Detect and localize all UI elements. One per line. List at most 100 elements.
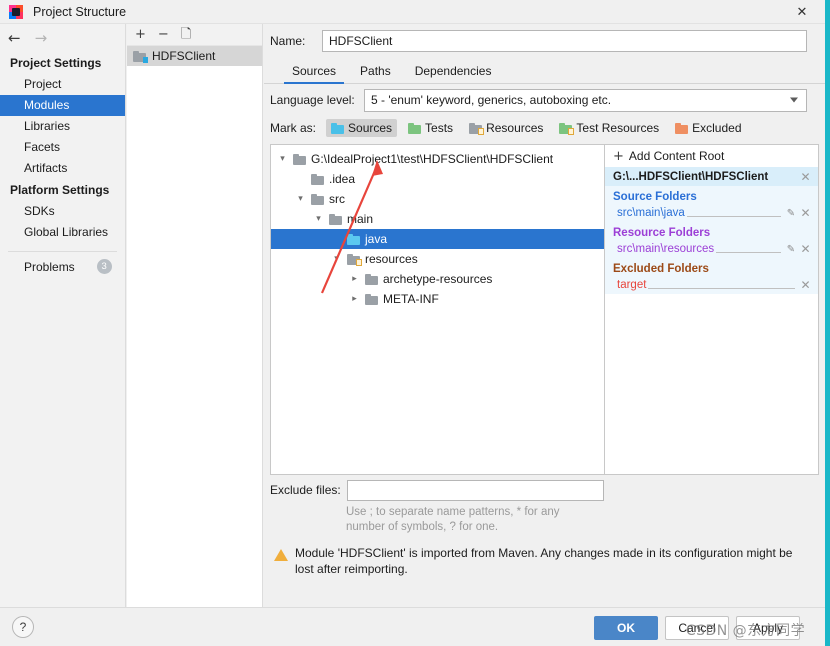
- back-arrow-icon[interactable]: ←: [8, 30, 21, 46]
- module-list-item-label: HDFSClient: [152, 49, 216, 63]
- tree-row[interactable]: ▸ archetype-resources: [271, 269, 604, 289]
- excluded-folders-title: Excluded Folders: [613, 263, 709, 275]
- apply-button[interactable]: Apply: [736, 616, 800, 640]
- folder-module-icon: [133, 50, 148, 63]
- add-module-icon[interactable]: +: [135, 28, 146, 41]
- content-root-path-row[interactable]: G:\...HDFSClient\HDFSClient ✕: [605, 167, 818, 186]
- plus-icon: +: [613, 148, 624, 164]
- mark-as-test-resources-label: Test Resources: [576, 121, 660, 135]
- resource-folder-path: src\main\resources: [617, 243, 715, 255]
- sidebar-item-libraries[interactable]: Libraries: [0, 116, 125, 137]
- sidebar-item-sdks[interactable]: SDKs: [0, 201, 125, 222]
- sidebar-item-artifacts[interactable]: Artifacts: [0, 158, 125, 179]
- mark-as-row: Mark as: Sources Tests Resources Test Re…: [264, 116, 825, 140]
- add-content-root-button[interactable]: + Add Content Root: [605, 145, 818, 167]
- chevron-down-icon: [790, 97, 798, 103]
- folder-gray-icon: [293, 153, 306, 165]
- row-underline: [716, 243, 781, 253]
- mark-as-sources-button[interactable]: Sources: [326, 119, 398, 137]
- exclude-files-input[interactable]: [346, 479, 604, 501]
- resource-folders-title: Resource Folders: [613, 227, 711, 239]
- tree-row[interactable]: ▾ G:\IdealProject1\test\HDFSClient\HDFSC…: [271, 149, 604, 169]
- sidebar-item-problems[interactable]: Problems 3: [0, 256, 125, 277]
- pencil-icon[interactable]: ✎: [785, 244, 797, 255]
- help-button[interactable]: ?: [12, 616, 34, 638]
- exclude-files-section: Exclude files: Use ; to separate name pa…: [270, 475, 604, 535]
- content-root-path: G:\...HDFSClient\HDFSClient: [613, 170, 769, 183]
- mark-as-resources-label: Resources: [486, 121, 544, 135]
- sidebar-group-platform-settings: Platform Settings: [10, 183, 110, 197]
- modules-toolbar: + − 🗋: [127, 24, 262, 46]
- tree-row[interactable]: ▾ resources: [271, 249, 604, 269]
- mark-as-excluded-button[interactable]: Excluded: [670, 119, 746, 137]
- forward-arrow-icon[interactable]: →: [35, 30, 48, 46]
- close-icon[interactable]: ✕: [779, 0, 825, 24]
- remove-resource-folder-icon[interactable]: ✕: [799, 242, 812, 256]
- sidebar-divider: [8, 251, 117, 252]
- content-roots-detail: + Add Content Root G:\...HDFSClient\HDFS…: [604, 144, 819, 475]
- tab-paths[interactable]: Paths: [348, 64, 403, 83]
- add-content-root-label: Add Content Root: [628, 149, 725, 163]
- folder-resources-icon: [347, 253, 362, 266]
- remove-source-folder-icon[interactable]: ✕: [799, 206, 812, 220]
- module-tabs: Sources Paths Dependencies: [264, 58, 825, 84]
- folder-gray-icon: [365, 273, 378, 285]
- chevron-down-icon[interactable]: ▾: [313, 214, 324, 224]
- ok-button[interactable]: OK: [594, 616, 658, 640]
- remove-module-icon[interactable]: −: [158, 28, 169, 41]
- chevron-down-icon[interactable]: ▾: [277, 154, 288, 164]
- chevron-right-icon[interactable]: ▸: [349, 294, 360, 304]
- sidebar-item-modules[interactable]: Modules: [0, 95, 125, 116]
- tab-dependencies[interactable]: Dependencies: [403, 64, 504, 83]
- content-root-tree[interactable]: ▾ G:\IdealProject1\test\HDFSClient\HDFSC…: [270, 144, 604, 475]
- mark-as-resources-button[interactable]: Resources: [464, 119, 548, 137]
- folder-resources-icon: [469, 122, 485, 135]
- tree-label: G:\IdealProject1\test\HDFSClient\HDFSCli…: [311, 152, 554, 166]
- chevron-down-icon[interactable]: ▾: [331, 254, 342, 264]
- mark-as-sources-label: Sources: [348, 121, 393, 135]
- module-name-input[interactable]: HDFSClient: [322, 30, 807, 52]
- mark-as-tests-button[interactable]: Tests: [403, 119, 458, 137]
- maven-warning: Module 'HDFSClient' is imported from Mav…: [264, 535, 825, 577]
- mark-as-label: Mark as:: [270, 121, 317, 135]
- navigation-arrows: ← →: [0, 24, 125, 52]
- tree-row-selected[interactable]: java: [271, 229, 604, 249]
- remove-excluded-folder-icon[interactable]: ✕: [799, 278, 812, 292]
- folder-gray-icon: [365, 293, 378, 305]
- exclude-files-hint-line2: number of symbols, ? for one.: [346, 521, 499, 533]
- resource-folder-row[interactable]: src\main\resources ✎ ✕: [605, 240, 818, 258]
- module-list-item[interactable]: HDFSClient: [127, 46, 262, 66]
- tree-row[interactable]: .idea: [271, 169, 604, 189]
- copy-module-icon[interactable]: 🗋: [181, 28, 191, 41]
- chevron-right-icon[interactable]: ▸: [349, 274, 360, 284]
- tree-row[interactable]: ▾ src: [271, 189, 604, 209]
- language-level-row: Language level: 5 - 'enum' keyword, gene…: [264, 84, 825, 116]
- language-level-label: Language level:: [270, 93, 355, 107]
- language-level-select[interactable]: 5 - 'enum' keyword, generics, autoboxing…: [364, 88, 807, 112]
- sidebar-item-facets[interactable]: Facets: [0, 137, 125, 158]
- intellij-idea-logo-icon: [9, 4, 23, 19]
- sidebar-item-global-libraries[interactable]: Global Libraries: [0, 222, 125, 243]
- mark-as-tests-label: Tests: [425, 121, 454, 135]
- folder-gray-icon: [329, 213, 342, 225]
- source-folder-row[interactable]: src\main\java ✎ ✕: [605, 204, 818, 222]
- module-name-row: Name: HDFSClient: [264, 24, 825, 58]
- folder-orange-icon: [675, 122, 689, 134]
- mark-as-test-resources-button[interactable]: Test Resources: [554, 119, 664, 137]
- tree-row[interactable]: ▸ META-INF: [271, 289, 604, 309]
- sidebar-item-project[interactable]: Project: [0, 74, 125, 95]
- exclude-files-label: Exclude files:: [270, 483, 341, 497]
- tree-row[interactable]: ▾ main: [271, 209, 604, 229]
- warning-line2: after reimporting.: [317, 562, 408, 576]
- folder-green-icon: [408, 122, 422, 134]
- chevron-down-icon[interactable]: ▾: [295, 194, 306, 204]
- remove-content-root-icon[interactable]: ✕: [799, 170, 812, 184]
- cancel-button[interactable]: Cancel: [665, 616, 729, 640]
- exclude-files-row: Exclude files:: [270, 475, 604, 505]
- settings-sidebar: ← → Project Settings Project Modules Lib…: [0, 24, 126, 607]
- pencil-icon[interactable]: ✎: [785, 208, 797, 219]
- sources-split: ▾ G:\IdealProject1\test\HDFSClient\HDFSC…: [270, 144, 825, 475]
- tree-label: archetype-resources: [383, 272, 493, 286]
- tab-sources[interactable]: Sources: [280, 64, 348, 84]
- excluded-folder-row[interactable]: target ✕: [605, 276, 818, 294]
